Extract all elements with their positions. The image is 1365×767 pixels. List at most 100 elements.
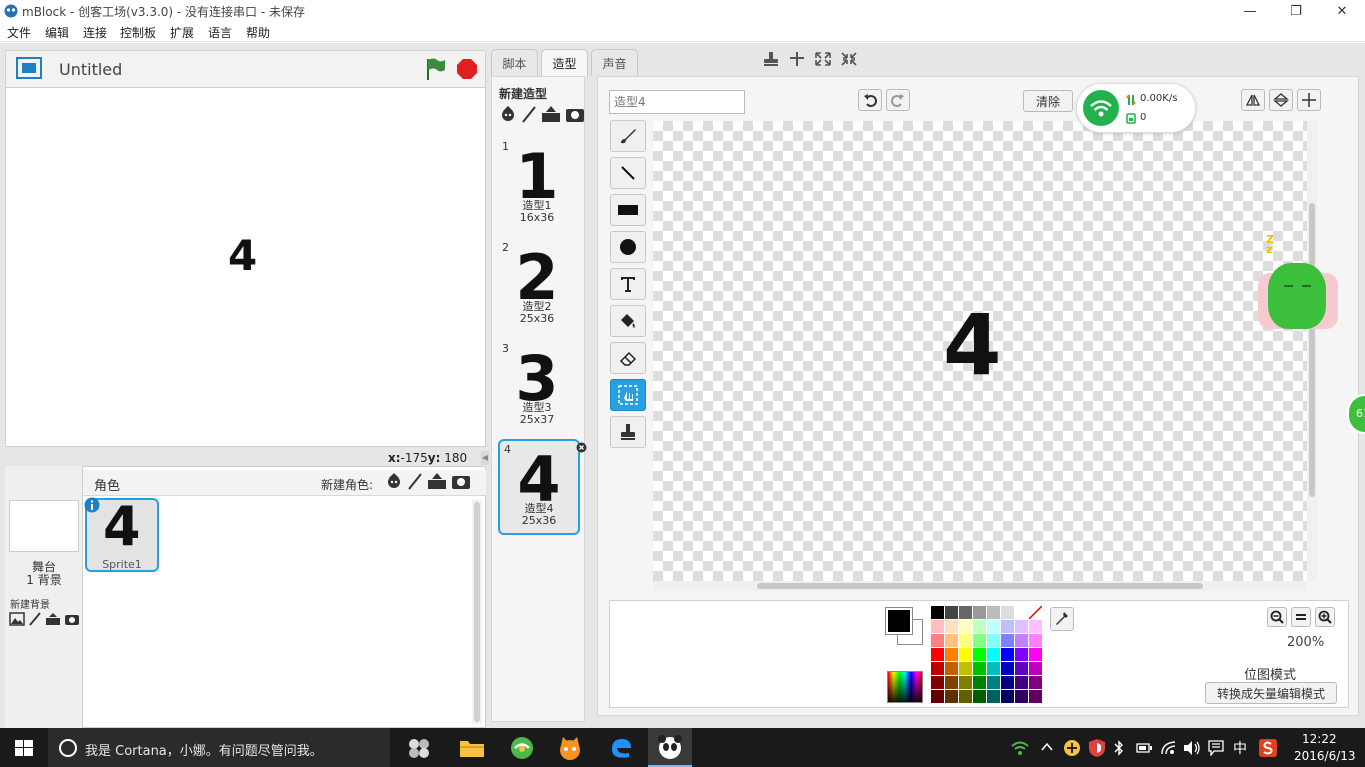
- color-swatch[interactable]: [1015, 690, 1028, 703]
- upload-icon[interactable]: [45, 612, 61, 626]
- collapse-stage-arrow-icon[interactable]: ◀: [481, 451, 489, 465]
- tab-scripts[interactable]: 脚本: [491, 49, 538, 76]
- color-swatch[interactable]: [1029, 648, 1042, 661]
- zoom-out-button[interactable]: [1267, 607, 1287, 627]
- tray-chevron-up-icon[interactable]: [1041, 742, 1053, 752]
- color-swatch[interactable]: [959, 634, 972, 647]
- eraser-tool[interactable]: [610, 342, 646, 374]
- menu-extensions[interactable]: 扩展: [170, 24, 194, 41]
- tray-notification-icon[interactable]: [1208, 740, 1224, 756]
- flip-vertical-button[interactable]: [1269, 89, 1293, 111]
- color-swatch[interactable]: [1029, 690, 1042, 703]
- color-swatch[interactable]: [945, 676, 958, 689]
- windows-start-icon[interactable]: [15, 740, 33, 756]
- color-swatch[interactable]: [931, 676, 944, 689]
- color-swatch[interactable]: [1001, 690, 1014, 703]
- browser-360-icon[interactable]: [510, 736, 534, 760]
- color-picker-gradient[interactable]: [887, 671, 923, 703]
- flip-horizontal-button[interactable]: [1241, 89, 1265, 111]
- stop-icon[interactable]: [456, 58, 478, 80]
- cortana-search[interactable]: 我是 Cortana，小娜。有问题尽管问我。: [48, 728, 390, 767]
- camera-sprite-icon[interactable]: [451, 472, 471, 490]
- sleeping-mascot[interactable]: Z z: [1258, 234, 1338, 335]
- tray-wifi-icon[interactable]: [1010, 740, 1030, 756]
- color-swatch[interactable]: [1015, 662, 1028, 675]
- costume-name-input[interactable]: [609, 90, 745, 114]
- color-swatch[interactable]: [959, 690, 972, 703]
- color-swatch[interactable]: [959, 620, 972, 633]
- stamp-tool[interactable]: [610, 416, 646, 448]
- color-swatch-grid[interactable]: [931, 606, 1047, 706]
- zoom-reset-button[interactable]: [1291, 607, 1311, 627]
- tray-network-icon[interactable]: [1160, 740, 1178, 756]
- sprite-list-scrollbar[interactable]: [472, 500, 482, 724]
- color-swatch[interactable]: [1015, 676, 1028, 689]
- tray-bluetooth-icon[interactable]: [1114, 740, 1124, 756]
- color-swatch[interactable]: [931, 690, 944, 703]
- clear-button[interactable]: 清除: [1023, 90, 1073, 112]
- color-swatch[interactable]: [987, 620, 1000, 633]
- tray-battery-icon[interactable]: [1136, 742, 1152, 754]
- project-title[interactable]: Untitled: [59, 60, 122, 79]
- color-swatch[interactable]: [1029, 676, 1042, 689]
- scratch-cat-icon[interactable]: [557, 735, 583, 761]
- clock-time[interactable]: 12:22: [1302, 732, 1337, 746]
- tray-sogou-icon[interactable]: [1258, 738, 1278, 758]
- color-swatch[interactable]: [959, 662, 972, 675]
- color-swatch[interactable]: [931, 620, 944, 633]
- text-tool[interactable]: [610, 268, 646, 300]
- close-button[interactable]: ✕: [1319, 0, 1365, 22]
- color-swatch[interactable]: [973, 662, 986, 675]
- convert-to-vector-button[interactable]: 转换成矢量编辑模式: [1205, 682, 1337, 704]
- canvas-glyph[interactable]: 4: [943, 296, 1001, 394]
- set-center-button[interactable]: [1297, 89, 1321, 111]
- color-swatch[interactable]: [1001, 648, 1014, 661]
- costume-library-icon[interactable]: [499, 105, 517, 123]
- color-swatch[interactable]: [1001, 634, 1014, 647]
- sprite-library-icon[interactable]: [385, 472, 403, 490]
- tab-sounds[interactable]: 声音: [591, 49, 638, 76]
- zoom-in-button[interactable]: [1315, 607, 1335, 627]
- color-swatch[interactable]: [987, 648, 1000, 661]
- color-swatch[interactable]: [1001, 676, 1014, 689]
- color-swatch[interactable]: [1015, 606, 1028, 619]
- color-swatch[interactable]: [959, 648, 972, 661]
- tab-costumes[interactable]: 造型: [541, 49, 588, 77]
- color-swatch[interactable]: [973, 648, 986, 661]
- costume-item[interactable]: 1 1 造型1 16x36: [498, 138, 580, 234]
- restore-button[interactable]: ❐: [1273, 0, 1319, 22]
- color-swatch[interactable]: [945, 606, 958, 619]
- color-swatch[interactable]: [1029, 620, 1042, 633]
- upload-sprite-icon[interactable]: [427, 472, 447, 490]
- color-swatch[interactable]: [1001, 620, 1014, 633]
- paint-costume-icon[interactable]: [521, 105, 537, 123]
- redo-button[interactable]: [886, 89, 910, 111]
- canvas-vertical-scrollbar[interactable]: [1307, 121, 1317, 581]
- edge-browser-icon[interactable]: [609, 736, 633, 760]
- color-swatch[interactable]: [1015, 620, 1028, 633]
- color-swatch[interactable]: [945, 634, 958, 647]
- color-swatch[interactable]: [973, 606, 986, 619]
- color-swatch[interactable]: [959, 676, 972, 689]
- paint-sprite-icon[interactable]: [407, 472, 423, 490]
- image-library-icon[interactable]: [9, 612, 25, 626]
- delete-costume-icon[interactable]: [576, 442, 587, 453]
- brush-tool[interactable]: [610, 120, 646, 152]
- color-swatch[interactable]: [959, 606, 972, 619]
- color-swatch[interactable]: [987, 634, 1000, 647]
- minimize-button[interactable]: —: [1227, 0, 1273, 22]
- color-swatch[interactable]: [1001, 606, 1014, 619]
- menu-language[interactable]: 语言: [208, 24, 232, 41]
- line-tool[interactable]: [610, 157, 646, 189]
- undo-button[interactable]: [858, 89, 882, 111]
- color-swatch[interactable]: [987, 606, 1000, 619]
- color-swatch[interactable]: [931, 606, 944, 619]
- file-explorer-icon[interactable]: [459, 738, 485, 758]
- camera-icon[interactable]: [64, 612, 80, 626]
- menu-file[interactable]: 文件: [7, 24, 31, 41]
- ellipse-tool[interactable]: [610, 231, 646, 263]
- color-swatch[interactable]: [973, 676, 986, 689]
- color-swatch[interactable]: [1001, 662, 1014, 675]
- tray-plus-icon[interactable]: [1063, 739, 1081, 757]
- paint-brush-icon[interactable]: [28, 612, 42, 626]
